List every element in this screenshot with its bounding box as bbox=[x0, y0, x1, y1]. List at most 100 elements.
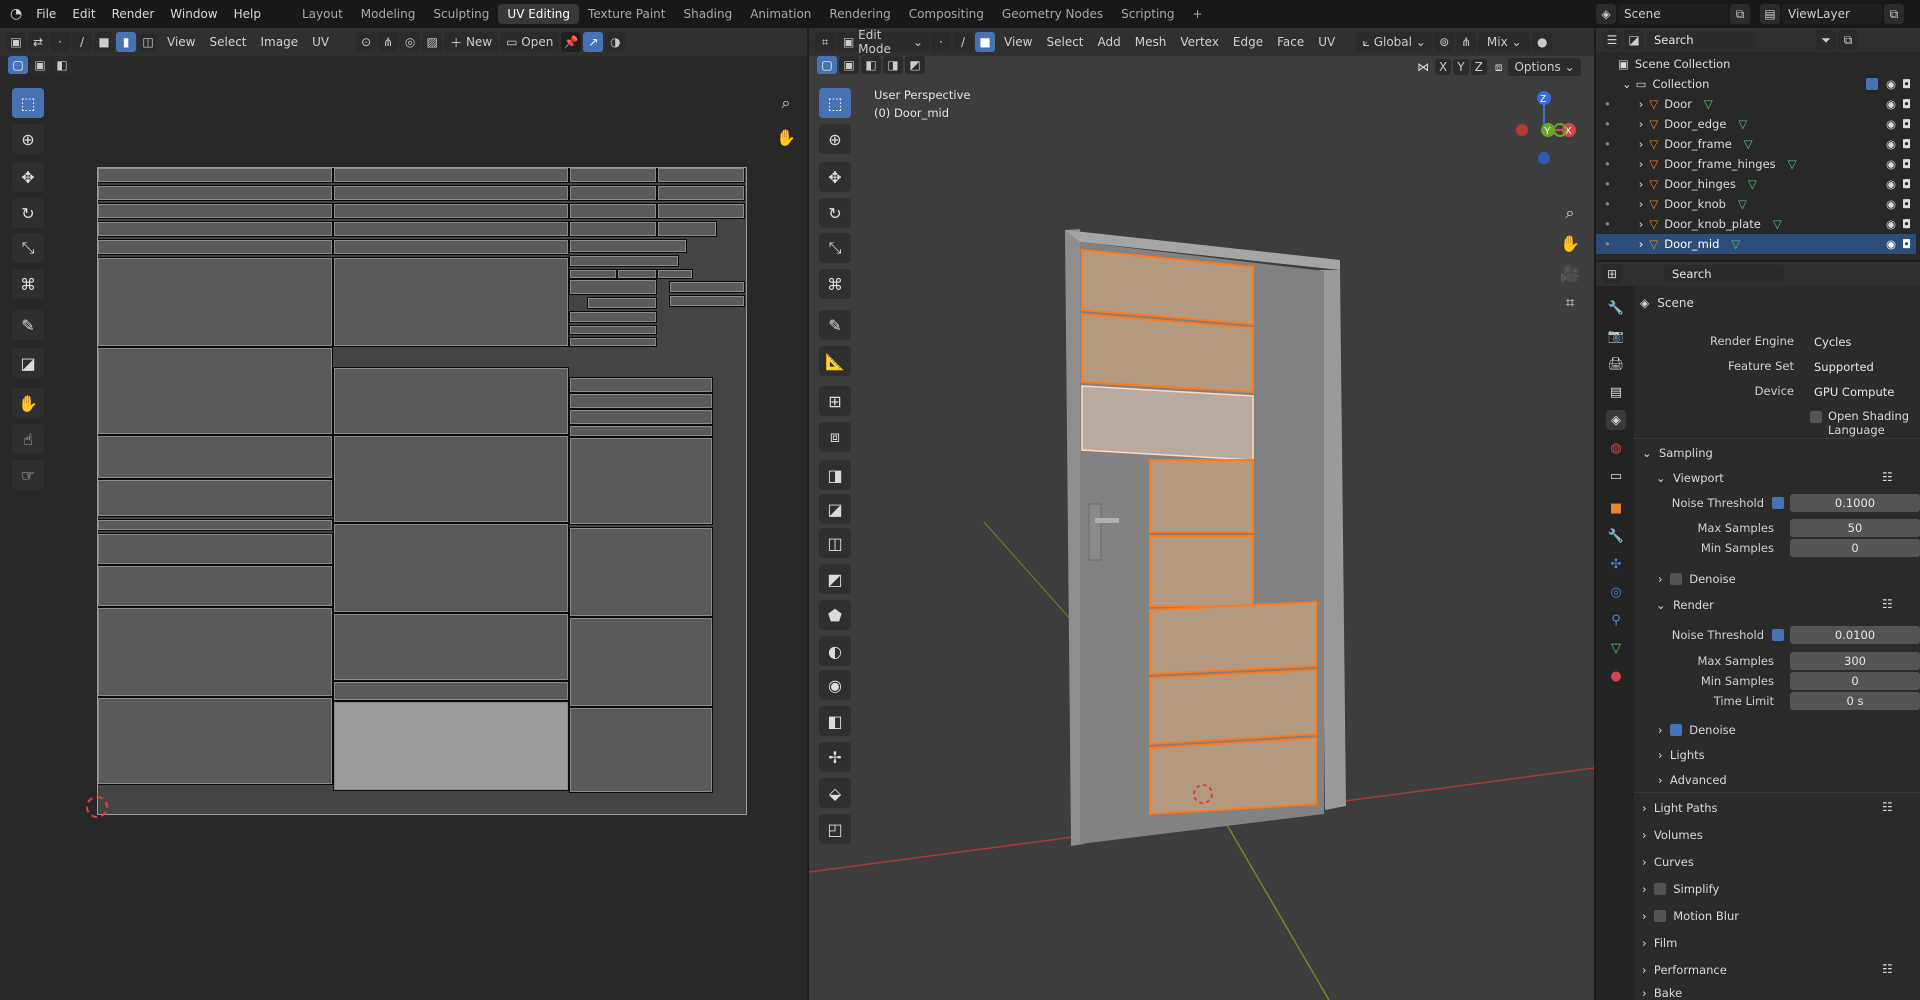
relax-tool[interactable]: ☝ bbox=[12, 424, 44, 454]
visibility-eye-icon[interactable]: ◉ bbox=[1886, 197, 1896, 211]
viewport-menu-edge[interactable]: Edge bbox=[1226, 35, 1270, 49]
collection-visibility-icon[interactable]: ◉ bbox=[1886, 77, 1896, 91]
expand-arrow-icon[interactable]: › bbox=[1639, 197, 1644, 211]
vp-select-extend-icon[interactable]: ▣ bbox=[839, 56, 859, 74]
sticky-select-icon[interactable]: ◫ bbox=[138, 32, 158, 52]
simplify-section[interactable]: › Simplify bbox=[1642, 882, 1719, 896]
rip-region-tool[interactable]: ◰ bbox=[819, 814, 851, 844]
uv-island[interactable] bbox=[97, 239, 333, 255]
render-camera-icon[interactable]: ◘ bbox=[1902, 237, 1911, 251]
outliner-object-row[interactable]: • › ▽ Door_edge ▽ ◉ ◘ bbox=[1596, 114, 1916, 134]
uv-island[interactable] bbox=[569, 409, 713, 425]
add-workspace-icon[interactable]: + bbox=[1184, 4, 1212, 24]
device-dropdown[interactable]: GPU Compute bbox=[1806, 383, 1920, 401]
navigation-gizmo[interactable]: Z X Y bbox=[1504, 86, 1584, 166]
expand-arrow-icon[interactable]: › bbox=[1639, 217, 1644, 231]
uv-island[interactable] bbox=[97, 697, 333, 785]
transform-tool[interactable]: ⌘ bbox=[12, 269, 44, 299]
vp-annotate-tool[interactable]: ✎ bbox=[819, 310, 851, 340]
mode-dropdown[interactable]: ▣ Edit Mode ⌄ bbox=[837, 28, 929, 56]
menu-edit[interactable]: Edit bbox=[64, 7, 103, 21]
tab-uv-editing[interactable]: UV Editing bbox=[498, 4, 580, 24]
uv-island[interactable] bbox=[669, 281, 745, 293]
render-camera-icon[interactable]: ◘ bbox=[1902, 157, 1911, 171]
expand-arrow-icon[interactable]: › bbox=[1639, 117, 1644, 131]
pinch-tool[interactable]: ☞ bbox=[12, 460, 44, 490]
lights-subsection[interactable]: › Lights bbox=[1658, 748, 1705, 762]
visibility-eye-icon[interactable]: ◉ bbox=[1886, 137, 1896, 151]
render-camera-icon[interactable]: ◘ bbox=[1902, 177, 1911, 191]
uv-island[interactable] bbox=[97, 185, 333, 201]
scene-icon[interactable]: ◈ bbox=[1596, 4, 1616, 24]
outliner-object-row[interactable]: • › ▽ Door_frame_hinges ▽ ◉ ◘ bbox=[1596, 154, 1916, 174]
viewport-menu-view[interactable]: View bbox=[997, 35, 1039, 49]
uv-menu-select[interactable]: Select bbox=[202, 35, 253, 49]
expand-arrow-icon[interactable]: › bbox=[1639, 177, 1644, 191]
render-tab-icon[interactable]: 📷 bbox=[1606, 326, 1626, 346]
snapping-icon[interactable]: ⋔ bbox=[1456, 32, 1477, 52]
new-view-layer-icon[interactable]: ⧉ bbox=[1884, 4, 1904, 24]
uv-island[interactable] bbox=[97, 203, 333, 219]
menu-help[interactable]: Help bbox=[226, 7, 269, 21]
outliner-object-row[interactable]: • › ▽ Door_mid ▽ ◉ ◘ bbox=[1596, 234, 1916, 254]
uv-grid-canvas[interactable] bbox=[97, 167, 747, 815]
viewport-zoom-icon[interactable]: ⌕ bbox=[1554, 198, 1586, 228]
uv-island[interactable] bbox=[97, 347, 333, 435]
tab-sculpting[interactable]: Sculpting bbox=[424, 4, 498, 24]
mesh-data-icon[interactable]: ▽ bbox=[1731, 237, 1740, 251]
grab-tool[interactable]: ✋ bbox=[12, 388, 44, 418]
shear-tool[interactable]: ⬙ bbox=[819, 778, 851, 808]
expand-arrow-icon[interactable]: › bbox=[1639, 137, 1644, 151]
render-max-samples-field[interactable]: 300 bbox=[1790, 652, 1920, 670]
material-tab-icon[interactable]: ● bbox=[1606, 666, 1626, 686]
uv-island[interactable] bbox=[333, 367, 569, 435]
expand-arrow-icon[interactable]: › bbox=[1639, 237, 1644, 251]
scene-collection-row[interactable]: ▣ Scene Collection bbox=[1596, 54, 1916, 74]
uv-island[interactable] bbox=[97, 435, 333, 479]
face-select-icon[interactable]: ■ bbox=[94, 32, 114, 52]
render-denoise-subsection[interactable]: › Denoise bbox=[1658, 723, 1736, 737]
volumes-section[interactable]: › Volumes bbox=[1642, 828, 1703, 842]
uv-island[interactable] bbox=[97, 479, 333, 517]
bevel-tool[interactable]: ◪ bbox=[819, 494, 851, 524]
viewport-options-dot-icon[interactable]: ● bbox=[1532, 32, 1553, 52]
render-subsection[interactable]: ⌄ Render bbox=[1656, 598, 1714, 612]
outliner-object-row[interactable]: • › ▽ Door_knob_plate ▽ ◉ ◘ bbox=[1596, 214, 1916, 234]
display-mode-icon[interactable]: ◪ bbox=[1624, 30, 1644, 50]
uv-island[interactable] bbox=[569, 707, 713, 793]
collection-include-checkbox[interactable] bbox=[1866, 78, 1878, 90]
viewport-min-samples-field[interactable]: 0 bbox=[1790, 539, 1920, 557]
render-camera-icon[interactable]: ◘ bbox=[1902, 137, 1911, 151]
tab-animation[interactable]: Animation bbox=[741, 4, 820, 24]
uv-island[interactable] bbox=[97, 257, 333, 347]
tool-tab-icon[interactable]: 🔧 bbox=[1606, 298, 1626, 318]
uv-island[interactable] bbox=[97, 565, 333, 607]
scene-tab-icon[interactable]: ◈ bbox=[1606, 410, 1626, 430]
properties-editor-type-icon[interactable]: ⊞ bbox=[1602, 264, 1622, 284]
render-noise-threshold-field[interactable]: 0.0100 bbox=[1790, 626, 1920, 644]
new-collection-icon[interactable]: ⧉ bbox=[1838, 30, 1858, 50]
uv-island[interactable] bbox=[333, 203, 569, 219]
render-engine-dropdown[interactable]: Cycles bbox=[1806, 333, 1920, 351]
advanced-subsection[interactable]: › Advanced bbox=[1658, 773, 1727, 787]
collection-render-icon[interactable]: ◘ bbox=[1902, 77, 1911, 91]
zoom-icon[interactable]: ⌕ bbox=[770, 88, 802, 118]
uv-island[interactable] bbox=[569, 311, 657, 323]
view-layer-tab-icon[interactable]: ▤ bbox=[1606, 382, 1626, 402]
vp-select-intersect-icon[interactable]: ◩ bbox=[905, 56, 925, 74]
mesh-data-icon[interactable]: ▽ bbox=[1773, 217, 1782, 231]
tab-texture-paint[interactable]: Texture Paint bbox=[579, 4, 674, 24]
mesh-data-icon[interactable]: ▽ bbox=[1738, 117, 1747, 131]
mirror-x-toggle[interactable]: X bbox=[1435, 59, 1452, 75]
uv-island[interactable] bbox=[333, 167, 569, 183]
uv-island[interactable] bbox=[569, 377, 713, 393]
performance-list-icon[interactable]: ☷ bbox=[1882, 962, 1893, 976]
pivot-point-icon[interactable]: ⊚ bbox=[1434, 32, 1455, 52]
edge-slide-tool[interactable]: ◧ bbox=[819, 706, 851, 736]
uv-island[interactable] bbox=[97, 607, 333, 697]
rotate-tool[interactable]: ↻ bbox=[12, 198, 44, 228]
uv-island[interactable] bbox=[97, 519, 333, 531]
new-scene-icon[interactable]: ⧉ bbox=[1730, 4, 1750, 24]
vp-scale-tool[interactable]: ⤡ bbox=[819, 233, 851, 263]
modifier-tab-icon[interactable]: 🔧 bbox=[1606, 526, 1626, 546]
